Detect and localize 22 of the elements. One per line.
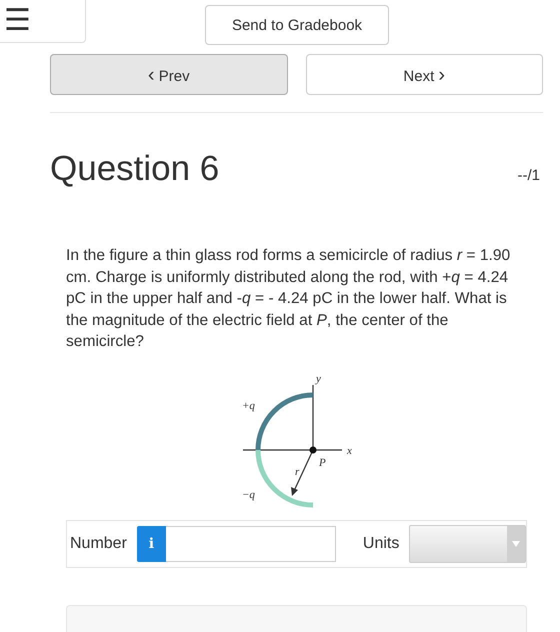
radius-label: r (295, 466, 300, 478)
units-dropdown[interactable] (409, 524, 526, 563)
info-button[interactable]: i (136, 526, 166, 562)
chevron-left-icon: ‹ (148, 64, 155, 86)
units-label: Units (362, 534, 400, 553)
question-text: In the figure a thin glass rod forms a semicircle of radius r = 1.90 cm. Charge is uniformly distributed along the rod, with +q = 4.24 pC in the upper half and -q = - 4.24 pC in the lower half. What is the magnitude of the electric field at P, the center of the semicircle? (66, 246, 512, 352)
question-title: Question 6 (50, 149, 220, 189)
caret-icon (512, 540, 520, 547)
number-input-field[interactable] (166, 526, 336, 562)
axis-label: x (347, 444, 352, 457)
menu-button[interactable]: ☰ (0, 0, 86, 43)
score: --/1 (518, 167, 540, 184)
charge-label: −q (242, 488, 255, 501)
point-dot (310, 446, 316, 454)
number-label: Number (70, 534, 127, 553)
chevron-right-icon: › (438, 64, 446, 86)
charge-label: +q (242, 400, 255, 412)
prev-button[interactable]: ‹ Prev (50, 54, 288, 95)
point-label: P (319, 456, 326, 469)
next-button[interactable]: Next › (306, 54, 543, 95)
send-to-gradebook-button[interactable]: Send to Gradebook (205, 5, 389, 45)
axis-label: y (316, 372, 321, 385)
